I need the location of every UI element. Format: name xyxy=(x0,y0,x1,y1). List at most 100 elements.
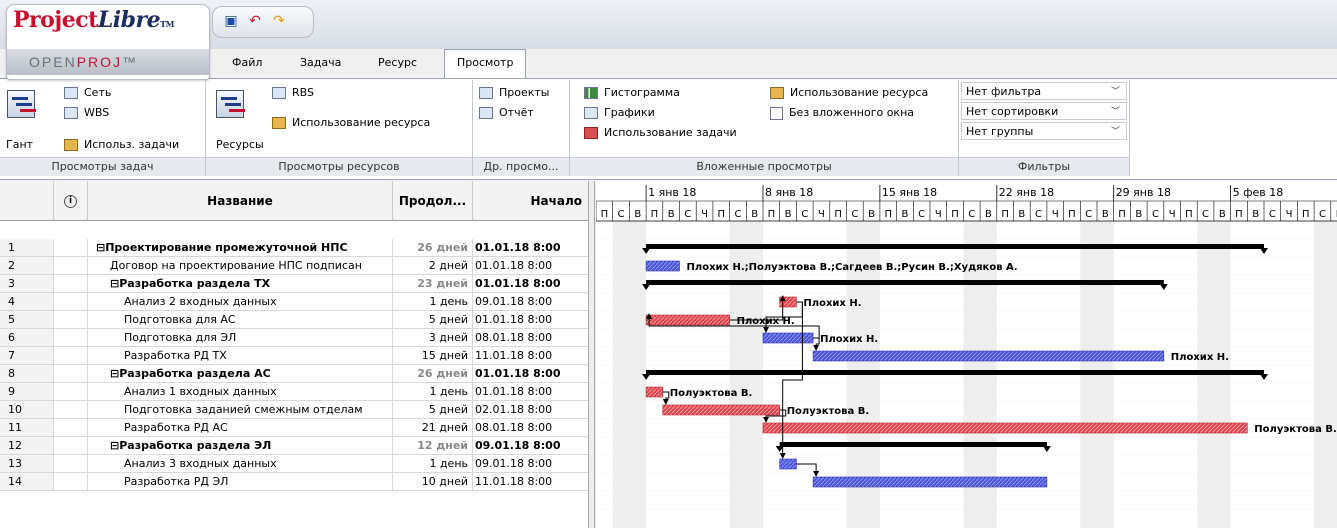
row-start[interactable]: 01.01.18 8:00 xyxy=(473,365,595,382)
row-name[interactable]: Подготовка заданией смежным отделам xyxy=(88,401,393,418)
row-duration[interactable]: 1 день xyxy=(393,293,473,310)
header-indicators[interactable]: i xyxy=(54,181,88,221)
row-name[interactable]: Разработка РД ЭЛ xyxy=(88,473,393,490)
row-start[interactable]: 08.01.18 8:00 xyxy=(473,419,595,436)
row-duration[interactable]: 3 дней xyxy=(393,329,473,346)
table-gantt-splitter[interactable] xyxy=(588,181,595,528)
table-row[interactable]: 5 Подготовка для АС 5 дней 01.01.18 8:00 xyxy=(0,311,595,329)
row-name[interactable]: Анализ 2 входных данных xyxy=(88,293,393,310)
table-row[interactable]: 11 Разработка РД АС 21 дней 08.01.18 8:00 xyxy=(0,419,595,437)
day-letter: П xyxy=(1235,209,1243,220)
row-name[interactable]: Разработка РД ТХ xyxy=(88,347,393,364)
no-subwindow-button[interactable]: Без вложенного окна xyxy=(770,104,914,122)
filter-select[interactable]: Нет фильтра ﹀ xyxy=(961,82,1127,100)
row-duration[interactable]: 10 дней xyxy=(393,473,473,490)
row-start[interactable]: 01.01.18 8:00 xyxy=(473,275,595,292)
table-row[interactable]: 7 Разработка РД ТХ 15 дней 11.01.18 8:00 xyxy=(0,347,595,365)
undo-icon[interactable]: ↶ xyxy=(247,13,263,29)
rbs-button[interactable]: RBS xyxy=(272,84,314,102)
collapse-toggle-icon[interactable]: ⊟ xyxy=(110,367,119,380)
row-duration[interactable]: 5 дней xyxy=(393,401,473,418)
day-letter: П xyxy=(1185,209,1193,220)
header-name[interactable]: Название xyxy=(88,181,393,221)
row-name[interactable]: Анализ 3 входных данных xyxy=(88,455,393,472)
histogram-button[interactable]: Гистограмма xyxy=(584,84,680,102)
row-start[interactable]: 09.01.18 8:00 xyxy=(473,455,595,472)
task-usage-button[interactable]: Использ. задачи xyxy=(64,136,179,154)
report-button[interactable]: Отчёт xyxy=(479,104,534,122)
row-start[interactable]: 11.01.18 8:00 xyxy=(473,473,595,490)
row-name[interactable]: Договор на проектирование НПС подписан xyxy=(88,257,393,274)
row-duration[interactable]: 1 день xyxy=(393,455,473,472)
row-start[interactable]: 11.01.18 8:00 xyxy=(473,347,595,364)
projects-button[interactable]: Проекты xyxy=(479,84,550,102)
header-start[interactable]: Начало xyxy=(473,181,595,221)
charts-button[interactable]: Графики xyxy=(584,104,655,122)
row-start[interactable]: 01.01.18 8:00 xyxy=(473,311,595,328)
table-row[interactable]: 2 Договор на проектирование НПС подписан 2… xyxy=(0,257,595,275)
tab-view[interactable]: Просмотр xyxy=(444,49,527,78)
save-icon[interactable]: ▣ xyxy=(223,13,239,29)
resource-usage-subview-button[interactable]: Использование ресурса xyxy=(770,84,928,102)
row-duration[interactable]: 15 дней xyxy=(393,347,473,364)
table-row[interactable]: 12 ⊟Разработка раздела ЭЛ 12 дней 09.01.18 … xyxy=(0,437,595,455)
tab-task[interactable]: Задача xyxy=(288,50,353,76)
table-row[interactable]: 14 Разработка РД ЭЛ 10 дней 11.01.18 8:00 xyxy=(0,473,595,491)
row-start[interactable]: 01.01.18 8:00 xyxy=(473,257,595,274)
group-select[interactable]: Нет группы ﹀ xyxy=(961,122,1127,140)
task-name: Разработка РД ЭЛ xyxy=(124,475,229,488)
resources-icon[interactable] xyxy=(216,90,244,118)
row-indicator xyxy=(54,239,88,256)
table-row[interactable]: 3 ⊟Разработка раздела ТХ 23 дней 01.01.18 8… xyxy=(0,275,595,293)
collapse-toggle-icon[interactable]: ⊟ xyxy=(110,439,119,452)
day-letter: В xyxy=(1219,209,1226,220)
gantt-button[interactable]: Гант xyxy=(6,136,33,154)
header-id[interactable] xyxy=(0,181,54,221)
table-row[interactable]: 8 ⊟Разработка раздела АС 26 дней 01.01.18 8… xyxy=(0,365,595,383)
task-usage-subview-button[interactable]: Использование задачи xyxy=(584,124,737,142)
row-duration[interactable]: 21 дней xyxy=(393,419,473,436)
row-start[interactable]: 08.01.18 8:00 xyxy=(473,329,595,346)
resources-button[interactable]: Ресурсы xyxy=(216,136,264,154)
row-duration[interactable]: 1 день xyxy=(393,383,473,400)
collapse-toggle-icon[interactable]: ⊟ xyxy=(110,277,119,290)
row-duration[interactable]: 5 дней xyxy=(393,311,473,328)
row-start[interactable]: 02.01.18 8:00 xyxy=(473,401,595,418)
table-row[interactable]: 6 Подготовка для ЭЛ 3 дней 08.01.18 8:00 xyxy=(0,329,595,347)
network-button[interactable]: Сеть xyxy=(64,84,111,102)
row-name[interactable]: ⊟Разработка раздела АС xyxy=(88,365,393,382)
row-indicator xyxy=(54,455,88,472)
row-duration[interactable]: 2 дней xyxy=(393,257,473,274)
table-row[interactable]: 10 Подготовка заданией смежным отделам 5 д… xyxy=(0,401,595,419)
row-duration[interactable]: 26 дней xyxy=(393,239,473,256)
row-start[interactable]: 01.01.18 8:00 xyxy=(473,383,595,400)
sort-select[interactable]: Нет сортировки ﹀ xyxy=(961,102,1127,120)
row-start[interactable]: 09.01.18 8:00 xyxy=(473,293,595,310)
row-name[interactable]: Разработка РД АС xyxy=(88,419,393,436)
day-letter: В xyxy=(1102,209,1109,220)
table-row[interactable]: 1 ⊟Проектирование промежуточной НПС 26 дне… xyxy=(0,239,595,257)
gantt-icon[interactable] xyxy=(7,90,35,118)
row-name[interactable]: Подготовка для АС xyxy=(88,311,393,328)
redo-icon[interactable]: ↷ xyxy=(271,13,287,29)
row-duration[interactable]: 12 дней xyxy=(393,437,473,454)
wbs-button[interactable]: WBS xyxy=(64,104,109,122)
day-letter: П xyxy=(717,209,725,220)
row-name[interactable]: ⊟Проектирование промежуточной НПС xyxy=(88,239,393,256)
table-row[interactable]: 4 Анализ 2 входных данных 1 день 09.01.18 8… xyxy=(0,293,595,311)
row-start[interactable]: 01.01.18 8:00 xyxy=(473,239,595,256)
row-duration[interactable]: 26 дней xyxy=(393,365,473,382)
resource-usage-button[interactable]: Использование ресурса xyxy=(272,114,430,132)
header-duration[interactable]: Продол... xyxy=(393,181,473,221)
row-name[interactable]: Подготовка для ЭЛ xyxy=(88,329,393,346)
tab-file[interactable]: Файл xyxy=(220,50,274,76)
row-name[interactable]: Анализ 1 входных данных xyxy=(88,383,393,400)
row-name[interactable]: ⊟Разработка раздела ЭЛ xyxy=(88,437,393,454)
collapse-toggle-icon[interactable]: ⊟ xyxy=(96,241,105,254)
row-duration[interactable]: 23 дней xyxy=(393,275,473,292)
table-row[interactable]: 9 Анализ 1 входных данных 1 день 01.01.18 8… xyxy=(0,383,595,401)
tab-resource[interactable]: Ресурс xyxy=(366,50,429,76)
table-row[interactable]: 13 Анализ 3 входных данных 1 день 09.01.18 … xyxy=(0,455,595,473)
row-start[interactable]: 09.01.18 8:00 xyxy=(473,437,595,454)
row-name[interactable]: ⊟Разработка раздела ТХ xyxy=(88,275,393,292)
